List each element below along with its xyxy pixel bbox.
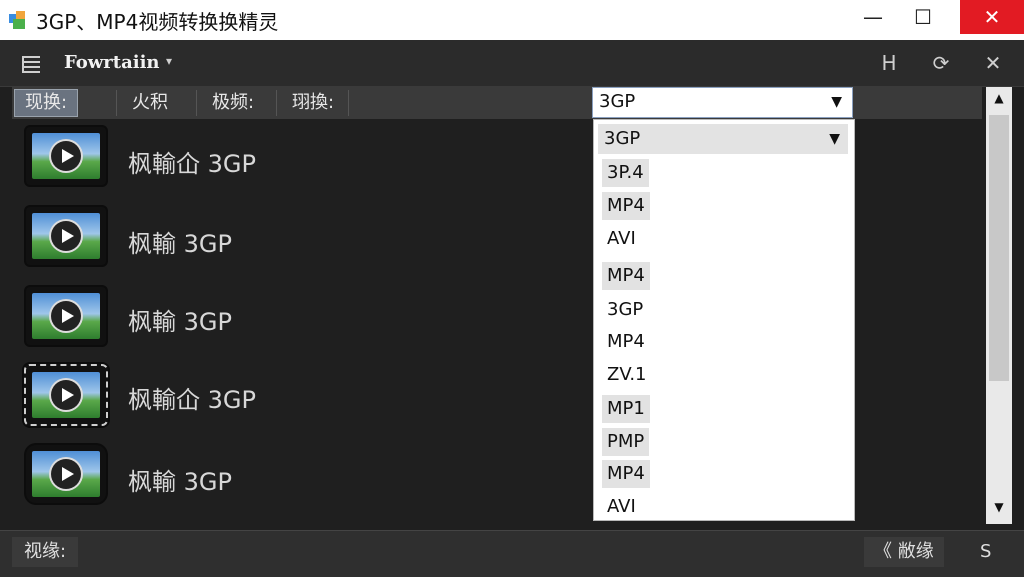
maximize-icon: ☐ xyxy=(914,5,932,29)
list-item[interactable]: 枫輸仚 3GP xyxy=(0,362,590,440)
divider xyxy=(276,90,277,116)
status-left[interactable]: 视缘: xyxy=(12,537,79,567)
toolbar-close-icon[interactable]: ✕ xyxy=(978,49,1008,77)
app-icon xyxy=(8,9,30,31)
dropdown-option[interactable]: 3P.4 xyxy=(602,159,649,187)
list-item[interactable]: 枫輸仚 3GP xyxy=(0,122,590,200)
filter-chip-3[interactable]: 极频: xyxy=(202,89,264,117)
play-icon xyxy=(51,141,81,171)
close-button[interactable]: ✕ xyxy=(960,0,1024,34)
dropdown-option[interactable]: 3GP xyxy=(602,296,648,324)
divider xyxy=(116,90,117,116)
close-panel-icon: ✕ xyxy=(984,51,1002,75)
dropdown-option[interactable]: AVI xyxy=(602,225,641,253)
refresh-icon: ⟳ xyxy=(932,51,950,75)
chevron-down-icon: ▼ xyxy=(831,94,842,110)
format-select-value: 3GP xyxy=(599,91,636,112)
maximize-button[interactable]: ☐ xyxy=(898,0,948,34)
status-right-button[interactable]: 《 敝缘 xyxy=(864,537,944,567)
filter-chip-1[interactable]: 现换: xyxy=(14,89,79,117)
play-icon xyxy=(51,301,81,331)
video-thumbnail xyxy=(26,127,106,185)
toolbar-h-icon[interactable]: H xyxy=(874,49,904,77)
dropdown-option[interactable]: MP4 xyxy=(602,460,650,488)
toolbar-title[interactable]: Fowrtaiin xyxy=(64,52,160,73)
file-label: 枫輸仚 3GP xyxy=(128,150,256,178)
title-bar: 3GP、MP4视频转换换精灵 — ☐ ✕ xyxy=(0,0,1024,40)
dropdown-selected-value: 3GP xyxy=(604,128,641,149)
window-title: 3GP、MP4视频转换换精灵 xyxy=(36,9,279,34)
file-label: 枫輸仚 3GP xyxy=(128,386,256,414)
dropdown-option[interactable]: MP1 xyxy=(602,395,650,423)
play-icon xyxy=(51,380,81,410)
h-icon: H xyxy=(881,51,897,75)
vertical-scrollbar[interactable]: ▲ ▼ xyxy=(986,87,1012,524)
filter-chip-4[interactable]: 珝換: xyxy=(282,89,344,117)
dropdown-option[interactable]: MP4 xyxy=(602,192,650,220)
video-thumbnail xyxy=(26,207,106,265)
divider xyxy=(196,90,197,116)
dropdown-option[interactable]: PMP xyxy=(602,428,650,456)
list-item[interactable]: 枫輸 3GP xyxy=(0,202,590,280)
toolbar-refresh-icon[interactable]: ⟳ xyxy=(926,49,956,77)
dropdown-option[interactable]: ZV.1 xyxy=(602,361,652,389)
format-select[interactable]: 3GP ▼ xyxy=(592,87,853,118)
dropdown-option[interactable]: AVI xyxy=(602,493,641,521)
filter-chip-2[interactable]: 火积 xyxy=(122,89,178,117)
play-icon xyxy=(51,221,81,251)
file-label: 枫輸 3GP xyxy=(128,468,232,496)
toolbar: Fowrtaiin ▾ H ⟳ ✕ xyxy=(0,40,1024,87)
chevron-down-icon: ▼ xyxy=(829,131,840,147)
file-list: 枫輸仚 3GP 枫輸 3GP 枫輸 3GP 枫輸仚 3GP 枫輸 3GP xyxy=(0,120,590,530)
list-item[interactable]: 枫輸 3GP xyxy=(0,282,590,360)
minimize-button[interactable]: — xyxy=(848,0,898,34)
video-thumbnail xyxy=(26,287,106,345)
menu-icon[interactable] xyxy=(20,53,42,75)
minimize-icon: — xyxy=(863,5,883,29)
scroll-thumb[interactable] xyxy=(989,115,1009,381)
dropdown-selected[interactable]: 3GP ▼ xyxy=(598,124,848,154)
format-dropdown[interactable]: 3GP ▼ 3P.4 MP4 AVI MP4 3GP MP4 ZV.1 MP1 … xyxy=(593,119,855,521)
scroll-down-icon[interactable]: ▼ xyxy=(986,500,1012,520)
dropdown-option[interactable]: MP4 xyxy=(602,328,650,356)
status-bar: 视缘: 《 敝缘 S xyxy=(0,530,1024,577)
file-label: 枫輸 3GP xyxy=(128,308,232,336)
video-thumbnail xyxy=(26,445,106,503)
chevron-down-icon[interactable]: ▾ xyxy=(166,54,172,68)
divider xyxy=(348,90,349,116)
video-thumbnail xyxy=(24,364,108,426)
close-icon: ✕ xyxy=(983,5,1001,29)
file-label: 枫輸 3GP xyxy=(128,230,232,258)
status-end[interactable]: S xyxy=(970,537,1001,567)
dropdown-option[interactable]: MP4 xyxy=(602,262,650,290)
scroll-up-icon[interactable]: ▲ xyxy=(986,91,1012,111)
play-icon xyxy=(51,459,81,489)
list-item[interactable]: 枫輸 3GP xyxy=(0,442,590,520)
